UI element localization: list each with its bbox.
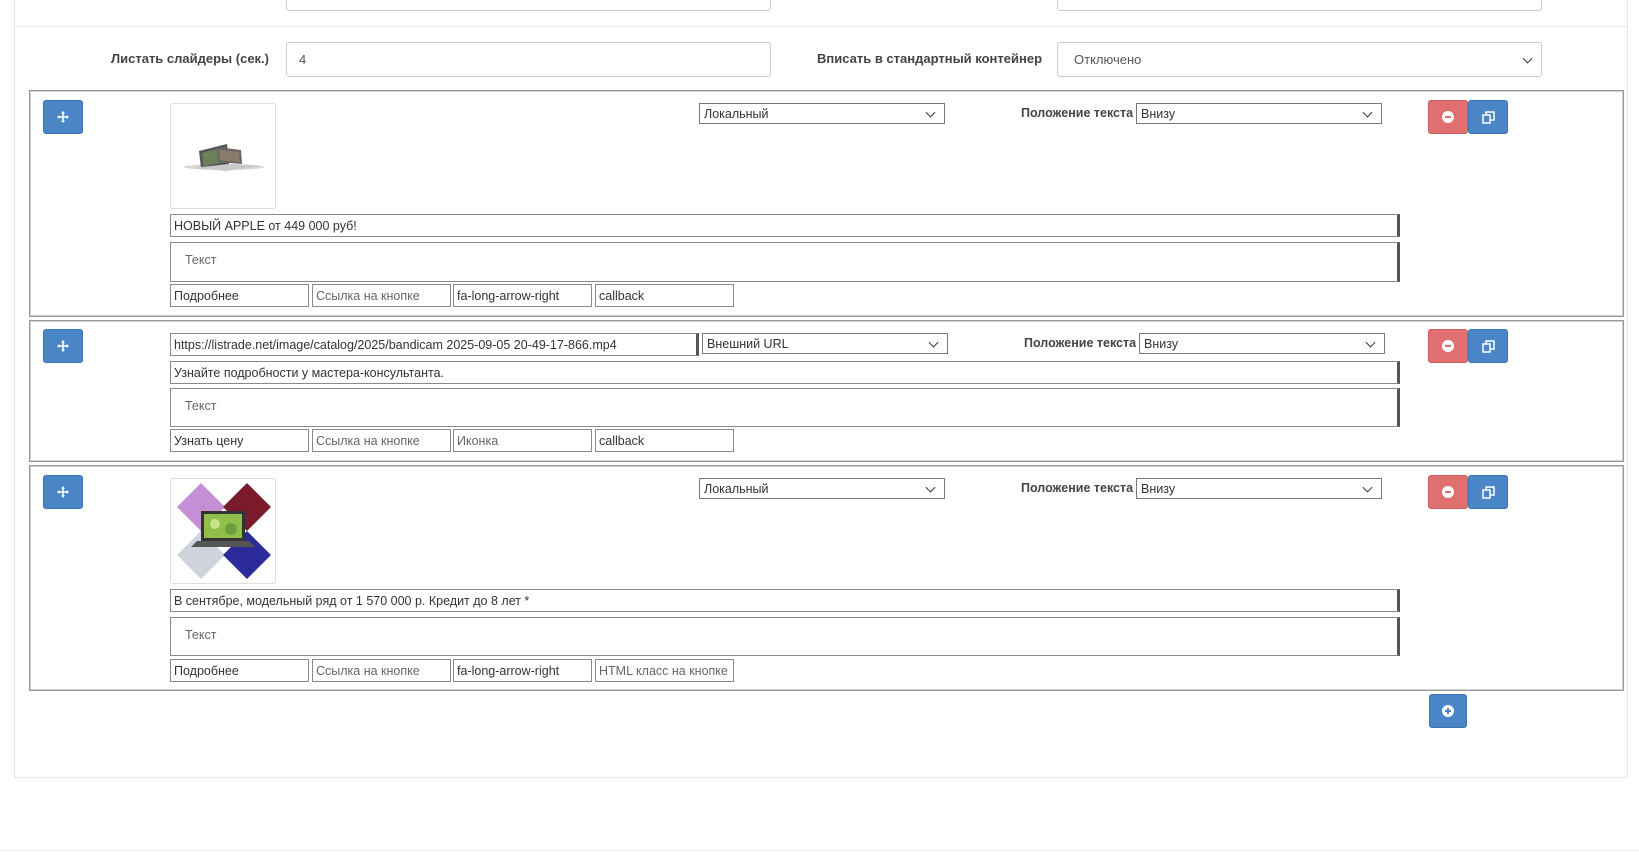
slide-image-thumbnail[interactable] [170, 103, 276, 209]
arrows-move-icon [57, 486, 69, 498]
previous-setting-input[interactable] [286, 0, 771, 11]
remove-slide-button[interactable] [1428, 475, 1468, 509]
fit-container-select[interactable]: Отключено [1057, 42, 1542, 77]
slide-title-input[interactable]: В сентябре, модельный ряд от 1 570 000 р… [170, 589, 1400, 612]
button-link-input[interactable]: Ссылка на кнопке [312, 429, 451, 452]
drag-handle-button[interactable] [43, 475, 83, 509]
button-class-input[interactable]: callback [595, 429, 734, 452]
source-type-select[interactable]: Локальный [699, 103, 945, 124]
slide-text-textarea[interactable]: Текст [170, 242, 1400, 282]
copy-slide-button[interactable] [1468, 100, 1508, 134]
laptop-image [184, 144, 264, 171]
copy-icon [1481, 110, 1495, 124]
button-icon-input[interactable]: Иконка [453, 429, 592, 452]
source-type-value: Локальный [704, 481, 769, 496]
slide-title-input[interactable]: НОВЫЙ APPLE от 449 000 руб! [170, 214, 1400, 237]
button-label-input[interactable]: Подробнее [170, 284, 309, 307]
scroll-sliders-input[interactable]: 4 [286, 42, 771, 77]
text-position-label: Положение текста [1021, 481, 1134, 495]
scroll-sliders-label: Листать слайдеры (сек.) [111, 51, 269, 66]
button-label-input[interactable]: Узнать цену [170, 429, 309, 452]
copy-slide-button[interactable] [1468, 329, 1508, 363]
text-position-value: Внизу [1141, 106, 1176, 121]
previous-setting-select[interactable] [1057, 0, 1542, 11]
text-position-select[interactable]: Внизу [1139, 333, 1385, 354]
text-position-select[interactable]: Внизу [1136, 103, 1382, 124]
fit-container-label: Вписать в стандартный контейнер [817, 51, 1043, 66]
remove-slide-button[interactable] [1428, 100, 1468, 134]
source-type-value: Внешний URL [707, 336, 789, 351]
source-type-select[interactable]: Локальный [699, 478, 945, 499]
copy-icon [1481, 339, 1495, 353]
button-icon-input[interactable]: fa-long-arrow-right [453, 659, 592, 682]
drag-handle-button[interactable] [43, 100, 83, 134]
remove-slide-button[interactable] [1428, 329, 1468, 363]
slide-title-input[interactable]: Узнайте подробности у мастера-консультан… [170, 361, 1400, 384]
drag-handle-button[interactable] [43, 329, 83, 363]
button-link-input[interactable]: Ссылка на кнопке [312, 659, 451, 682]
video-url-input[interactable]: https://listrade.net/image/catalog/2025/… [170, 333, 699, 356]
text-position-label: Положение текста [1024, 336, 1137, 350]
button-class-input[interactable]: HTML класс на кнопке [595, 659, 734, 682]
text-position-value: Внизу [1144, 336, 1179, 351]
button-class-input[interactable]: callback [595, 284, 734, 307]
minus-circle-icon [1442, 486, 1454, 498]
copy-slide-button[interactable] [1468, 475, 1508, 509]
arrows-move-icon [57, 340, 69, 352]
text-position-select[interactable]: Внизу [1136, 478, 1382, 499]
footer-divider [0, 850, 1639, 851]
slide-text-textarea[interactable]: Текст [170, 388, 1400, 427]
arrows-move-icon [57, 111, 69, 123]
plus-circle-icon [1442, 705, 1454, 717]
text-position-label: Положение текста [1021, 106, 1134, 120]
button-label-input[interactable]: Подробнее [170, 659, 309, 682]
button-icon-input[interactable]: fa-long-arrow-right [453, 284, 592, 307]
minus-circle-icon [1442, 111, 1454, 123]
slide-text-textarea[interactable]: Текст [170, 617, 1400, 656]
source-type-value: Локальный [704, 106, 769, 121]
source-type-select[interactable]: Внешний URL [702, 333, 948, 354]
text-position-value: Внизу [1141, 481, 1176, 496]
button-link-input[interactable]: Ссылка на кнопке [312, 284, 451, 307]
minus-circle-icon [1442, 340, 1454, 352]
laptops-image [177, 483, 271, 579]
fit-container-value: Отключено [1074, 52, 1142, 67]
row-divider [14, 26, 1628, 27]
slide-image-thumbnail[interactable] [170, 478, 276, 584]
copy-icon [1481, 485, 1495, 499]
add-slide-button[interactable] [1429, 694, 1467, 728]
